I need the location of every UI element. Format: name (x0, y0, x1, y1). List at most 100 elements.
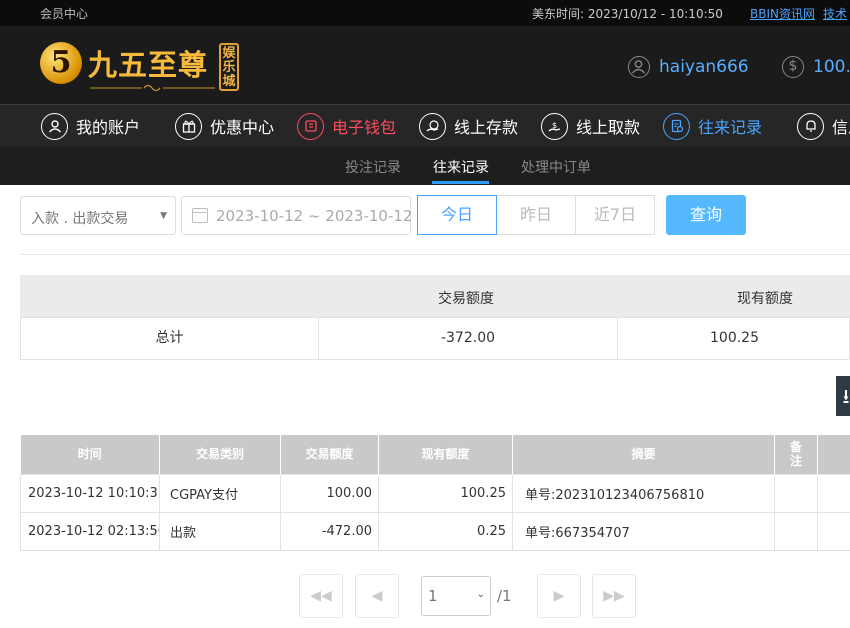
balance: 100.2 (813, 57, 850, 77)
nav-promotions[interactable]: 优惠中心 (175, 111, 274, 141)
summary-header-balance: 现有额度 (737, 291, 793, 307)
cell-type: CGPAY支付 (159, 473, 281, 513)
dollar-icon: $ (782, 56, 804, 78)
cell-extra (817, 473, 850, 513)
transaction-table: 时间 交易类别 交易额度 现有额度 摘要 备注 2023-10-12 10:10… (20, 435, 850, 551)
table-row: 2023-10-12 10:10:31 CGPAY支付 100.00 100.2… (20, 473, 850, 513)
range-7days-button[interactable]: 近7日 (575, 195, 655, 235)
withdraw-icon: $ (541, 112, 568, 140)
next-page-button[interactable]: ▶ (537, 574, 581, 618)
caret-down-icon: ▼ (160, 211, 167, 221)
logo-side-char: 乐 (222, 60, 236, 75)
nav-label: 电子钱包 (332, 118, 397, 137)
page-select[interactable]: 1 ⌄ (421, 576, 491, 616)
prev-page-button[interactable]: ◀ (355, 574, 399, 618)
nav-e-wallet[interactable]: 电子钱包 (297, 111, 396, 141)
sub-nav: 投注记录 往来记录 处理中订单 (0, 146, 850, 185)
nav-label: 往来记录 (698, 118, 763, 137)
cell-time: 2023-10-12 10:10:31 (20, 473, 160, 513)
logo-side-badge: 娱 乐 城 (219, 43, 239, 91)
cell-extra (817, 511, 850, 551)
col-summary: 摘要 (512, 435, 775, 474)
nav-label: 优惠中心 (210, 118, 275, 137)
cell-summary: 单号:667354707 (512, 511, 775, 551)
tech-link[interactable]: 技术 (823, 5, 847, 22)
col-amount: 交易额度 (280, 435, 379, 474)
logo-side-char: 娱 (222, 46, 236, 61)
summary-header-amount: 交易额度 (438, 291, 494, 307)
date-range-value: 2023-10-12 ~ 2023-10-12 (216, 207, 413, 225)
bell-icon (797, 112, 824, 140)
deposit-icon (419, 112, 446, 140)
nav-online-withdraw[interactable]: $ 线上取款 (541, 111, 640, 141)
logo-ornament (90, 84, 215, 92)
total-pages: /1 (497, 587, 512, 605)
col-balance: 现有额度 (378, 435, 513, 474)
tab-transaction-records[interactable]: 往来记录 (433, 157, 489, 177)
first-page-button[interactable]: ◀◀ (299, 574, 343, 618)
logo-text[interactable]: 九五至尊 (88, 42, 208, 84)
summary-row: 总计 -372.00 100.25 (20, 317, 850, 360)
member-center-link[interactable]: 会员中心 (40, 5, 88, 22)
cell-time: 2023-10-12 02:13:56 (20, 511, 160, 551)
active-tab-indicator (432, 181, 489, 184)
cell-balance: 0.25 (378, 511, 513, 551)
nav-online-deposit[interactable]: 线上存款 (419, 111, 518, 141)
range-today-button[interactable]: 今日 (417, 195, 497, 235)
nav-label: 线上存款 (454, 118, 519, 137)
cell-amount: 100.00 (280, 473, 379, 513)
range-yesterday-button[interactable]: 昨日 (496, 195, 576, 235)
nav-transaction-records[interactable]: 往来记录 (663, 111, 762, 141)
user-icon (628, 56, 650, 78)
col-extra (817, 435, 850, 474)
user-icon (41, 112, 68, 140)
nav-messages[interactable]: 信息 (797, 111, 850, 141)
col-remark: 备注 (774, 435, 818, 474)
top-bar: 会员中心 美东时间: 2023/10/12 - 10:10:50 BBIN资讯网… (0, 0, 850, 26)
username[interactable]: haiyan666 (659, 57, 749, 77)
col-type: 交易类别 (159, 435, 281, 474)
transaction-type-select[interactable]: 入款 . 出款交易 ▼ (20, 196, 176, 235)
download-icon[interactable]: ⭳ (836, 376, 850, 416)
gift-icon (175, 112, 202, 140)
site-header: 5 九五至尊 娱 乐 城 haiyan666 $ 100.2 (0, 26, 850, 104)
cell-type: 出款 (159, 511, 281, 551)
query-button[interactable]: 查询 (666, 195, 746, 235)
quick-range-group: 今日 昨日 近7日 (417, 195, 655, 235)
current-page: 1 (428, 587, 438, 605)
last-page-button[interactable]: ▶▶ (592, 574, 636, 618)
divider (20, 254, 850, 255)
cell-amount: -472.00 (280, 511, 379, 551)
transaction-type-value: 入款 . 出款交易 (31, 211, 129, 227)
nav-label: 线上取款 (576, 118, 641, 137)
logo-mark[interactable]: 5 (40, 42, 82, 84)
chevron-down-icon: ⌄ (476, 589, 485, 600)
summary-header: 交易额度 现有额度 (20, 275, 850, 317)
table-header-row: 时间 交易类别 交易额度 现有额度 摘要 备注 (20, 435, 850, 474)
nav-my-account[interactable]: 我的账户 (41, 111, 140, 141)
cell-summary: 单号:202310123406756810 (512, 473, 775, 513)
cell-balance: 100.25 (378, 473, 513, 513)
wallet-icon (297, 112, 324, 140)
nav-label: 信息 (832, 118, 850, 137)
col-remark-label: 备注 (789, 440, 802, 469)
records-icon (663, 112, 690, 140)
eastern-time-value: 2023/10/12 - 10:10:50 (587, 7, 723, 21)
tab-bet-records[interactable]: 投注记录 (345, 157, 401, 177)
logo-side-char: 城 (222, 74, 236, 89)
main-nav: 我的账户 优惠中心 电子钱包 线上存款 $ 线上取款 往来记录 信息 (0, 104, 850, 146)
table-row: 2023-10-12 02:13:56 出款 -472.00 0.25 单号:6… (20, 511, 850, 551)
date-range-picker[interactable]: 2023-10-12 ~ 2023-10-12 (181, 196, 413, 235)
cell-remark (774, 511, 818, 551)
bbin-news-link[interactable]: BBIN资讯网 (750, 5, 815, 22)
cell-remark (774, 473, 818, 513)
nav-label: 我的账户 (76, 118, 141, 137)
summary-balance: 100.25 (710, 330, 759, 346)
eastern-time: 美东时间: 2023/10/12 - 10:10:50 (532, 5, 723, 22)
eastern-time-label: 美东时间: (532, 7, 585, 21)
col-time: 时间 (20, 435, 160, 474)
calendar-icon (192, 208, 208, 223)
summary-amount: -372.00 (319, 318, 618, 359)
summary-label: 总计 (21, 318, 319, 359)
tab-pending-orders[interactable]: 处理中订单 (521, 157, 591, 177)
